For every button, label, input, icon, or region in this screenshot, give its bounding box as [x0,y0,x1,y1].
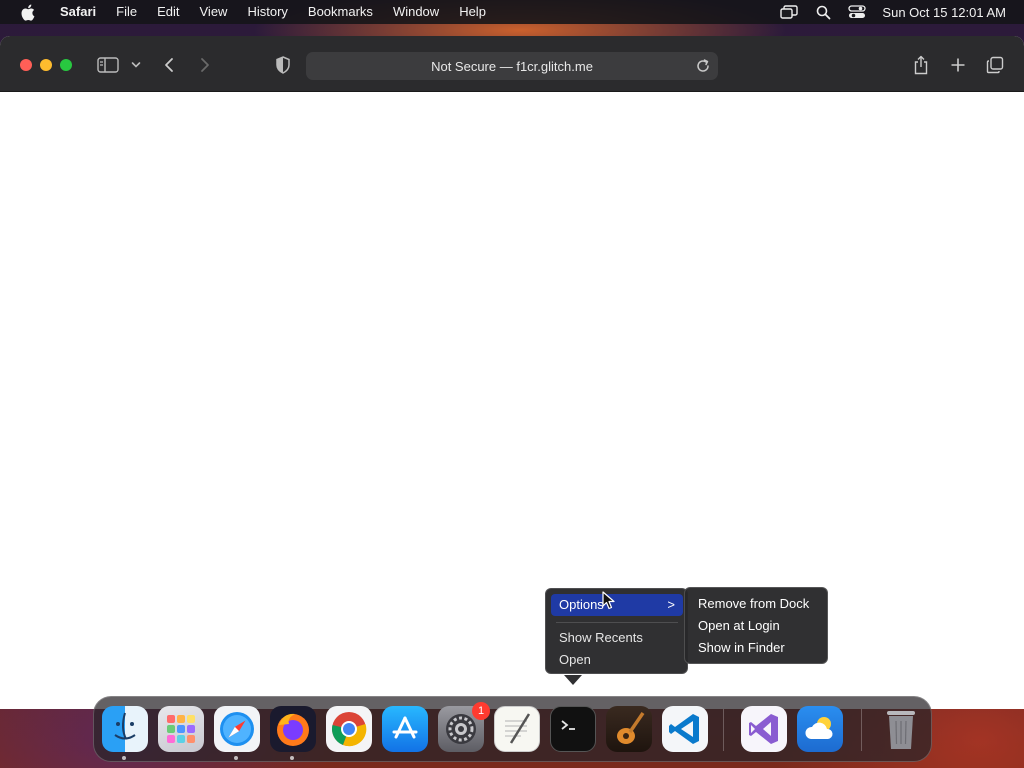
apple-menu-icon[interactable] [18,3,36,21]
dock: 1 [93,696,932,762]
reload-icon[interactable] [694,57,712,75]
menu-bar: Safari File Edit View History Bookmarks … [0,0,1024,24]
forward-icon[interactable] [196,54,214,76]
menu-app-name[interactable]: Safari [50,0,106,24]
window-maximize-button[interactable] [60,59,72,71]
new-tab-icon[interactable] [948,54,968,76]
tab-overview-icon[interactable] [985,54,1005,76]
context-menu-show-recents-label: Show Recents [559,630,643,645]
menu-window[interactable]: Window [383,0,449,24]
submenu-arrow-icon: > [667,597,675,612]
submenu-remove-from-dock[interactable]: Remove from Dock [690,593,822,615]
menu-file[interactable]: File [106,0,147,24]
dock-terminal-icon[interactable] [550,706,596,752]
control-center-icon[interactable] [847,2,867,22]
share-icon[interactable] [911,54,931,76]
context-menu-open[interactable]: Open [551,649,683,671]
menu-edit[interactable]: Edit [147,0,189,24]
dock-garageband-icon[interactable] [606,706,652,752]
menu-bar-clock[interactable]: Sun Oct 15 12:01 AM [882,5,1006,20]
context-menu-pointer [564,675,582,685]
privacy-shield-icon[interactable] [273,54,293,76]
submenu-show-in-finder[interactable]: Show in Finder [690,637,822,659]
dock-visual-studio-icon[interactable] [741,706,787,752]
options-submenu: Remove from Dock Open at Login Show in F… [684,587,828,664]
firefox-running-indicator [290,756,294,760]
dock-separator-trash [861,709,862,751]
menu-bookmarks[interactable]: Bookmarks [298,0,383,24]
dock-vscode-icon[interactable] [662,706,708,752]
dock-finder-icon[interactable] [102,706,148,752]
system-settings-badge: 1 [472,702,490,720]
context-menu-open-label: Open [559,652,591,667]
back-icon[interactable] [160,54,178,76]
dock-textedit-icon[interactable] [494,706,540,752]
dock-launchpad-icon[interactable] [158,706,204,752]
safari-window: Not Secure — f1cr.glitch.me [0,36,1024,709]
menu-history[interactable]: History [237,0,297,24]
dock-chrome-icon[interactable] [326,706,372,752]
dock-system-settings-icon[interactable]: 1 [438,702,490,752]
dock-app-store-icon[interactable] [382,706,428,752]
screen-mirroring-icon[interactable] [779,2,799,22]
dock-firefox-icon[interactable] [270,706,316,752]
address-bar[interactable]: Not Secure — f1cr.glitch.me [306,52,718,80]
dock-weather-icon[interactable] [797,706,843,752]
web-page-content[interactable] [0,92,1024,709]
dock-context-menu: Options > Show Recents Open [545,588,688,685]
menu-help[interactable]: Help [449,0,496,24]
chevron-down-icon[interactable] [129,54,143,76]
context-menu-separator [556,622,678,623]
mouse-cursor-icon [602,591,616,611]
dock-trash-icon[interactable] [878,706,924,752]
context-menu-options-label: Options [559,597,604,612]
browser-toolbar: Not Secure — f1cr.glitch.me [0,36,1024,92]
spotlight-search-icon[interactable] [813,2,833,22]
menu-view[interactable]: View [190,0,238,24]
dock-safari-icon[interactable] [214,706,260,752]
finder-running-indicator [122,756,126,760]
window-minimize-button[interactable] [40,59,52,71]
sidebar-icon[interactable] [96,54,120,76]
submenu-open-at-login[interactable]: Open at Login [690,615,822,637]
window-close-button[interactable] [20,59,32,71]
dock-separator [723,709,724,751]
context-menu-show-recents[interactable]: Show Recents [551,627,683,649]
safari-running-indicator [234,756,238,760]
context-menu-options[interactable]: Options > [551,594,683,616]
address-text: Not Secure — f1cr.glitch.me [431,58,593,74]
